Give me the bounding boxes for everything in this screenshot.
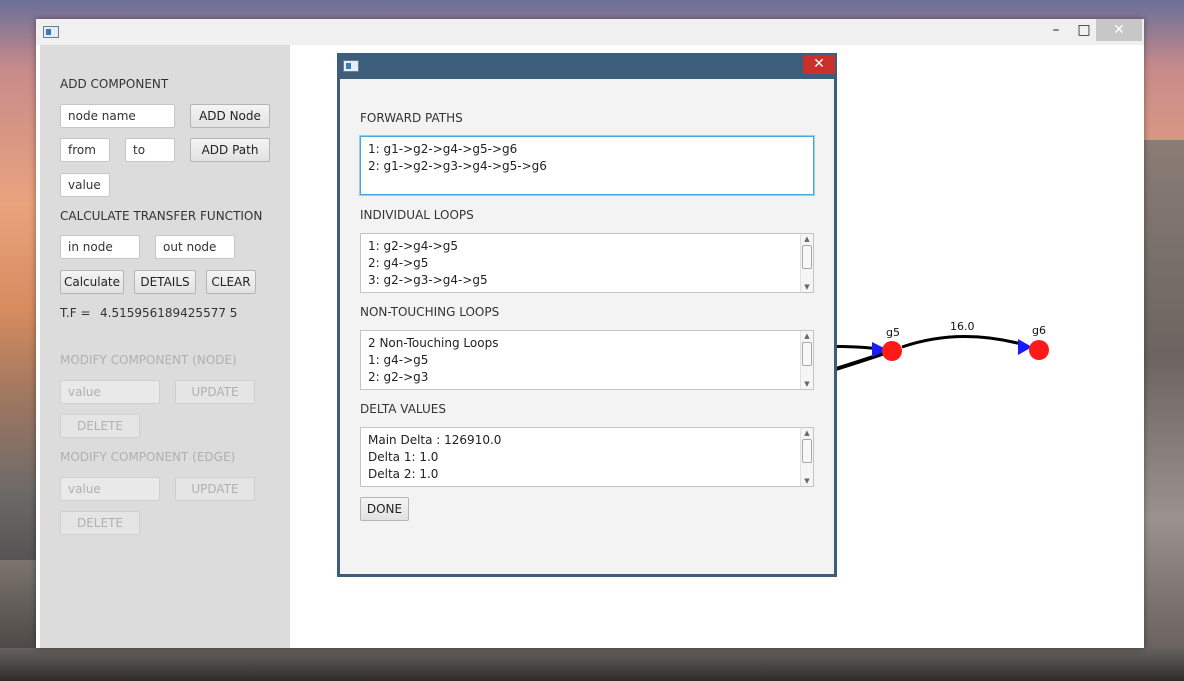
delta-line: Main Delta : 126910.0: [368, 433, 502, 447]
delta-values-label: DELTA VALUES: [360, 402, 446, 416]
add-node-button[interactable]: ADD Node: [190, 104, 270, 128]
scroll-up-icon[interactable]: ▲: [803, 332, 811, 340]
scrollbar[interactable]: ▲ ▼: [800, 331, 813, 389]
calculate-label: CALCULATE TRANSFER FUNCTION: [60, 209, 263, 223]
non-touching-line: 2 Non-Touching Loops: [368, 336, 499, 350]
value-field[interactable]: value: [60, 173, 110, 197]
scroll-up-icon[interactable]: ▲: [803, 235, 811, 243]
modify-node-label: MODIFY COMPONENT (NODE): [60, 353, 237, 367]
node-update-button[interactable]: UPDATE: [175, 380, 255, 404]
from-field[interactable]: from: [60, 138, 110, 162]
app-icon: [43, 26, 59, 38]
node-name-field[interactable]: node name: [60, 104, 175, 128]
dialog-app-icon: [343, 60, 359, 72]
clear-button[interactable]: CLEAR: [206, 270, 256, 294]
edge-weight-label: 16.0: [950, 320, 975, 333]
done-button[interactable]: DONE: [360, 497, 409, 521]
edge-value-field[interactable]: value: [60, 477, 160, 501]
delta-line: Delta 1: 1.0: [368, 450, 439, 464]
non-touching-loops-label: NON-TOUCHING LOOPS: [360, 305, 500, 319]
forward-paths-label: FORWARD PATHS: [360, 111, 463, 125]
forward-paths-textarea[interactable]: 1: g1->g2->g4->g5->g6 2: g1->g2->g3->g4-…: [360, 136, 814, 195]
node-delete-button[interactable]: DELETE: [60, 414, 140, 438]
loop-line: 3: g2->g3->g4->g5: [368, 273, 488, 287]
scrollbar[interactable]: ▲ ▼: [800, 428, 813, 486]
in-node-field[interactable]: in node: [60, 235, 140, 259]
tf-value: 4.515956189425577 5: [100, 306, 238, 320]
loop-line: 1: g2->g4->g5: [368, 239, 459, 253]
edge-update-button[interactable]: UPDATE: [175, 477, 255, 501]
scroll-thumb[interactable]: [802, 245, 812, 269]
graph-node-g6[interactable]: [1029, 340, 1049, 360]
add-component-label: ADD COMPONENT: [60, 77, 169, 91]
individual-loops-label: INDIVIDUAL LOOPS: [360, 208, 474, 222]
background-ground: [0, 648, 1184, 681]
modify-edge-label: MODIFY COMPONENT (EDGE): [60, 450, 236, 464]
scroll-down-icon[interactable]: ▼: [803, 477, 811, 485]
dialog-close-button[interactable]: ✕: [803, 55, 835, 74]
forward-path-line: 1: g1->g2->g4->g5->g6: [368, 142, 518, 156]
node-label-g6: g6: [1032, 324, 1046, 337]
minimize-button[interactable]: –: [1042, 19, 1070, 41]
graph-node-g5[interactable]: [882, 341, 902, 361]
scroll-up-icon[interactable]: ▲: [803, 429, 811, 437]
tf-label: T.F =: [60, 306, 91, 320]
background-cliff: [1144, 140, 1184, 681]
edge-g5-g6: [901, 335, 1026, 349]
delta-values-textarea[interactable]: Main Delta : 126910.0 Delta 1: 1.0 Delta…: [360, 427, 814, 487]
scroll-thumb[interactable]: [802, 439, 812, 463]
individual-loops-textarea[interactable]: 1: g2->g4->g5 2: g4->g5 3: g2->g3->g4->g…: [360, 233, 814, 293]
details-dialog: ✕ FORWARD PATHS 1: g1->g2->g4->g5->g6 2:…: [337, 53, 837, 577]
non-touching-line: 1: g4->g5: [368, 353, 429, 367]
edge-delete-button[interactable]: DELETE: [60, 511, 140, 535]
node-value-field[interactable]: value: [60, 380, 160, 404]
to-field[interactable]: to: [125, 138, 175, 162]
scroll-down-icon[interactable]: ▼: [803, 380, 811, 388]
forward-path-line: 2: g1->g2->g3->g4->g5->g6: [368, 159, 547, 173]
control-sidebar: ADD COMPONENT node name ADD Node from to…: [40, 45, 290, 648]
close-button[interactable]: ✕: [1096, 19, 1142, 41]
scroll-thumb[interactable]: [802, 342, 812, 366]
maximize-button[interactable]: □: [1070, 19, 1098, 41]
scroll-down-icon[interactable]: ▼: [803, 283, 811, 291]
add-path-button[interactable]: ADD Path: [190, 138, 270, 162]
calculate-button[interactable]: Calculate: [60, 270, 124, 294]
node-label-g5: g5: [886, 326, 900, 339]
out-node-field[interactable]: out node: [155, 235, 235, 259]
non-touching-line: 2: g2->g3: [368, 370, 429, 384]
dialog-body: FORWARD PATHS 1: g1->g2->g4->g5->g6 2: g…: [340, 79, 834, 574]
scrollbar[interactable]: ▲ ▼: [800, 234, 813, 292]
non-touching-loops-textarea[interactable]: 2 Non-Touching Loops 1: g4->g5 2: g2->g3…: [360, 330, 814, 390]
window-titlebar: – □ ✕: [36, 19, 1144, 45]
delta-line: Delta 2: 1.0: [368, 467, 439, 481]
dialog-titlebar: ✕: [337, 53, 837, 78]
loop-line: 2: g4->g5: [368, 256, 429, 270]
details-button[interactable]: DETAILS: [134, 270, 196, 294]
